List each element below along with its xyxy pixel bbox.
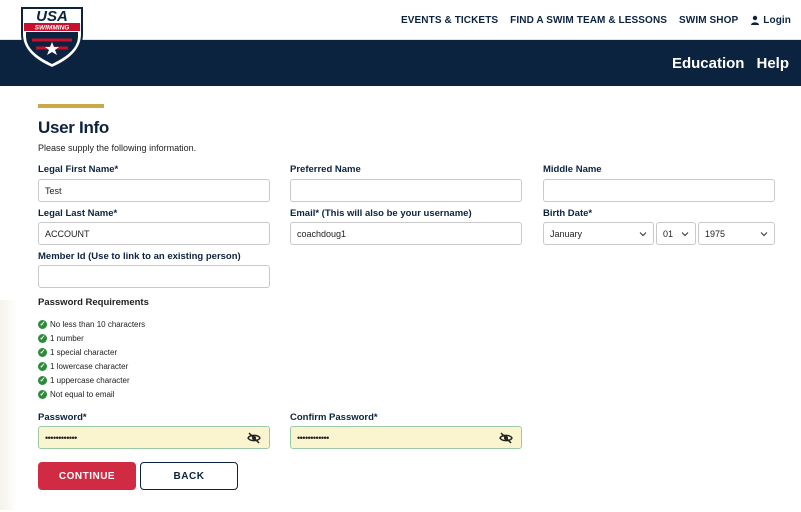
requirement-item: ✓ Not equal to email (38, 389, 115, 399)
check-circle-icon: ✓ (38, 389, 47, 399)
middle-name-label: Middle Name (543, 164, 602, 175)
requirement-item: ✓ 1 uppercase character (38, 375, 130, 385)
member-id-label: Member Id (Use to link to an existing pe… (38, 251, 241, 262)
chevron-down-icon (681, 232, 689, 237)
eye-slash-icon[interactable] (247, 432, 261, 444)
requirement-item: ✓ No less than 10 characters (38, 319, 146, 329)
page-title: User Info (38, 118, 109, 137)
password-requirements-title: Password Requirements (38, 297, 149, 308)
chevron-down-icon (760, 232, 768, 237)
top-nav: EVENTS & TICKETS FIND A SWIM TEAM & LESS… (401, 0, 791, 40)
legal-last-name-input[interactable]: ACCOUNT (38, 222, 270, 245)
legal-first-name-label: Legal First Name* (38, 164, 119, 175)
requirement-item: ✓ 1 special character (38, 347, 118, 357)
back-button[interactable]: BACK (140, 462, 238, 490)
nav-help[interactable]: Help (756, 55, 789, 72)
requirement-item: ✓ 1 number (38, 333, 84, 343)
svg-text:USA: USA (36, 8, 68, 25)
nav-education[interactable]: Education (672, 55, 745, 72)
nav-events-tickets[interactable]: EVENTS & TICKETS (401, 15, 498, 26)
confirm-password-value: •••••••••••• (297, 432, 329, 443)
email-input[interactable]: coachdoug1 (290, 222, 522, 245)
check-circle-icon: ✓ (38, 333, 47, 343)
password-requirements-list: ✓ No less than 10 characters ✓ 1 number ✓ 1… (38, 317, 145, 401)
check-circle-icon: ✓ (38, 347, 47, 357)
member-id-input[interactable] (38, 265, 270, 288)
birth-year-value: 1975 (705, 228, 726, 239)
person-icon (751, 15, 760, 25)
login-label: Login (763, 14, 791, 26)
top-utility-bar: EVENTS & TICKETS FIND A SWIM TEAM & LESS… (0, 0, 801, 40)
birth-day-value: 01 (663, 228, 674, 239)
eye-slash-icon[interactable] (499, 432, 513, 444)
preferred-name-input[interactable] (290, 179, 522, 202)
password-label: Password* (38, 412, 87, 423)
email-label: Email* (This will also be your username) (290, 208, 472, 219)
nav-swim-shop[interactable]: SWIM SHOP (679, 15, 738, 26)
birth-month-select[interactable]: January (543, 222, 654, 245)
password-input[interactable]: •••••••••••• (38, 426, 270, 449)
page-header: User Info Please supply the following in… (38, 104, 783, 153)
continue-button[interactable]: CONTINUE (38, 462, 136, 490)
birth-month-value: January (550, 228, 583, 239)
birth-year-select[interactable]: 1975 (698, 222, 775, 245)
check-circle-icon: ✓ (38, 361, 47, 371)
main-nav: Education Help (672, 40, 789, 86)
gold-accent-bar (38, 104, 104, 108)
page-subtitle: Please supply the following information. (38, 143, 197, 153)
svg-text:SWIMMING: SWIMMING (35, 25, 70, 32)
preferred-name-label: Preferred Name (290, 164, 361, 175)
check-circle-icon: ✓ (38, 375, 47, 385)
check-circle-icon: ✓ (38, 319, 47, 329)
decorative-left-edge (0, 300, 18, 510)
confirm-password-input[interactable]: •••••••••••• (290, 426, 522, 449)
usa-swimming-logo[interactable]: USA SWIMMING (18, 4, 86, 70)
legal-first-name-input[interactable]: Test (38, 179, 270, 202)
confirm-password-label: Confirm Password* (290, 412, 378, 423)
requirement-item: ✓ 1 lowercase character (38, 361, 129, 371)
chevron-down-icon (639, 232, 647, 237)
middle-name-input[interactable] (543, 179, 775, 202)
legal-last-name-label: Legal Last Name* (38, 208, 118, 219)
birth-date-label: Birth Date* (543, 208, 593, 219)
birth-day-select[interactable]: 01 (656, 222, 696, 245)
nav-find-swim-team[interactable]: FIND A SWIM TEAM & LESSONS (510, 15, 667, 26)
login-link[interactable]: Login (750, 15, 791, 26)
password-value: •••••••••••• (45, 432, 77, 443)
